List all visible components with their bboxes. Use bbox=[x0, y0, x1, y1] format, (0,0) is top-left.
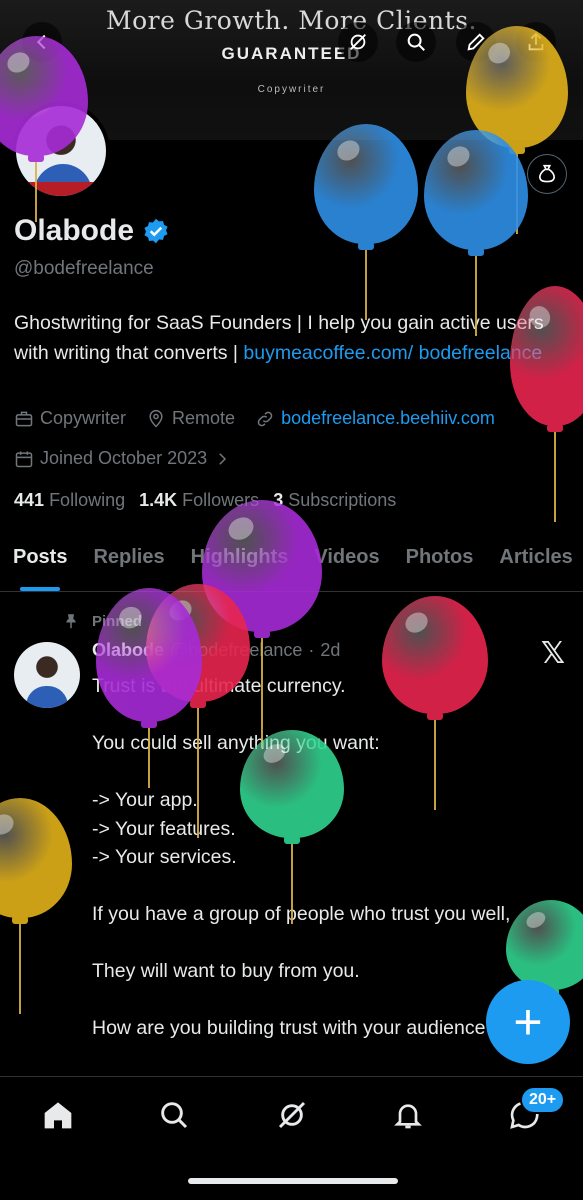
post-avatar[interactable] bbox=[14, 642, 80, 708]
location-item: Remote bbox=[146, 408, 235, 429]
following-stat[interactable]: 441 Following bbox=[14, 490, 125, 511]
post-body[interactable]: Trust is the ultimate currency. You coul… bbox=[92, 672, 562, 1043]
tip-button[interactable] bbox=[527, 154, 567, 194]
category-item: Copywriter bbox=[14, 408, 126, 429]
briefcase-icon bbox=[15, 411, 33, 426]
bio-link[interactable]: buymeacoffee.com/ bodefreelance bbox=[243, 342, 542, 364]
share-icon bbox=[528, 32, 544, 51]
nav-home[interactable] bbox=[28, 1093, 88, 1137]
post-header: Olabode @bodefreelance · 2d bbox=[92, 640, 341, 661]
nav-notifications[interactable] bbox=[378, 1093, 438, 1137]
grok-button[interactable] bbox=[338, 22, 378, 62]
calendar-icon bbox=[15, 451, 33, 467]
joined-row[interactable]: Joined October 2023 bbox=[14, 448, 231, 469]
profile-bio: Ghostwriting for SaaS Founders | I help … bbox=[14, 308, 569, 368]
followers-count: 1.4K bbox=[139, 490, 178, 510]
name-row: Olabode bbox=[14, 214, 170, 248]
link-icon bbox=[257, 411, 273, 426]
post-time: 2d bbox=[320, 640, 341, 660]
following-label: Following bbox=[49, 490, 126, 510]
grok-icon bbox=[350, 34, 366, 50]
following-count: 441 bbox=[14, 490, 45, 510]
location-label: Remote bbox=[172, 408, 236, 428]
category-label: Copywriter bbox=[40, 408, 127, 428]
profile-tabs: Posts Replies Highlights Videos Photos A… bbox=[0, 530, 583, 592]
joined-label: Joined October 2023 bbox=[40, 448, 208, 468]
follow-stats: 441 Following 1.4K Followers 3 Subscript… bbox=[14, 490, 396, 511]
tab-articles[interactable]: Articles bbox=[486, 530, 583, 591]
edit-icon bbox=[467, 33, 485, 51]
followers-label: Followers bbox=[182, 490, 260, 510]
balloon-decoration bbox=[0, 798, 72, 1014]
messages-badge: 20+ bbox=[520, 1086, 566, 1114]
website-item[interactable]: bodefreelance.beehiiv.com bbox=[255, 408, 495, 429]
pinned-label: Pinned bbox=[92, 612, 143, 630]
subscriptions-stat[interactable]: 3 Subscriptions bbox=[273, 490, 396, 511]
money-bag-icon bbox=[539, 164, 555, 183]
balloon-decoration bbox=[314, 124, 418, 320]
banner-headline: More Growth. More Clients. bbox=[106, 6, 477, 35]
nav-grok[interactable] bbox=[262, 1093, 322, 1137]
chevron-right-icon bbox=[219, 452, 227, 465]
search-button[interactable] bbox=[396, 22, 436, 62]
subscriptions-count: 3 bbox=[273, 490, 284, 510]
tab-photos[interactable]: Photos bbox=[393, 530, 487, 591]
post-author-handle[interactable]: @bodefreelance bbox=[170, 640, 302, 661]
nav-explore[interactable] bbox=[144, 1093, 204, 1137]
balloon-decoration bbox=[424, 130, 528, 336]
notifications-icon bbox=[394, 1104, 422, 1129]
explore-icon bbox=[161, 1102, 188, 1129]
website-link[interactable]: bodefreelance.beehiiv.com bbox=[281, 408, 495, 429]
tab-replies[interactable]: Replies bbox=[80, 530, 177, 591]
tab-highlights[interactable]: Highlights bbox=[178, 530, 302, 591]
back-arrow-icon bbox=[36, 34, 46, 50]
grok-nav-icon bbox=[278, 1101, 306, 1129]
profile-handle: @bodefreelance bbox=[14, 258, 154, 279]
pinned-indicator: Pinned bbox=[62, 612, 142, 630]
location-pin-icon bbox=[149, 409, 163, 428]
home-icon bbox=[44, 1102, 72, 1129]
x-logo-icon: 𝕏 bbox=[540, 636, 565, 671]
banner-tagline: Copywriter bbox=[257, 84, 326, 95]
banner-subline: GUARANTEED bbox=[221, 44, 362, 63]
tab-posts[interactable]: Posts bbox=[0, 530, 80, 591]
tab-videos[interactable]: Videos bbox=[301, 530, 392, 591]
back-button[interactable] bbox=[22, 22, 62, 62]
followers-stat[interactable]: 1.4K Followers bbox=[139, 490, 259, 511]
profile-name: Olabode bbox=[14, 214, 135, 247]
profile-meta: Copywriter Remote bodefreelance.beehiiv.… bbox=[14, 408, 495, 429]
edit-button[interactable] bbox=[456, 22, 496, 62]
post-author-name[interactable]: Olabode bbox=[92, 640, 164, 661]
compose-button[interactable]: + bbox=[486, 980, 570, 1064]
profile-avatar[interactable] bbox=[12, 102, 110, 200]
verified-badge-icon[interactable] bbox=[142, 217, 170, 245]
share-button[interactable] bbox=[516, 22, 556, 62]
pin-icon bbox=[66, 614, 76, 629]
search-icon bbox=[407, 33, 425, 51]
subscriptions-label: Subscriptions bbox=[288, 490, 397, 510]
home-indicator bbox=[188, 1178, 398, 1184]
